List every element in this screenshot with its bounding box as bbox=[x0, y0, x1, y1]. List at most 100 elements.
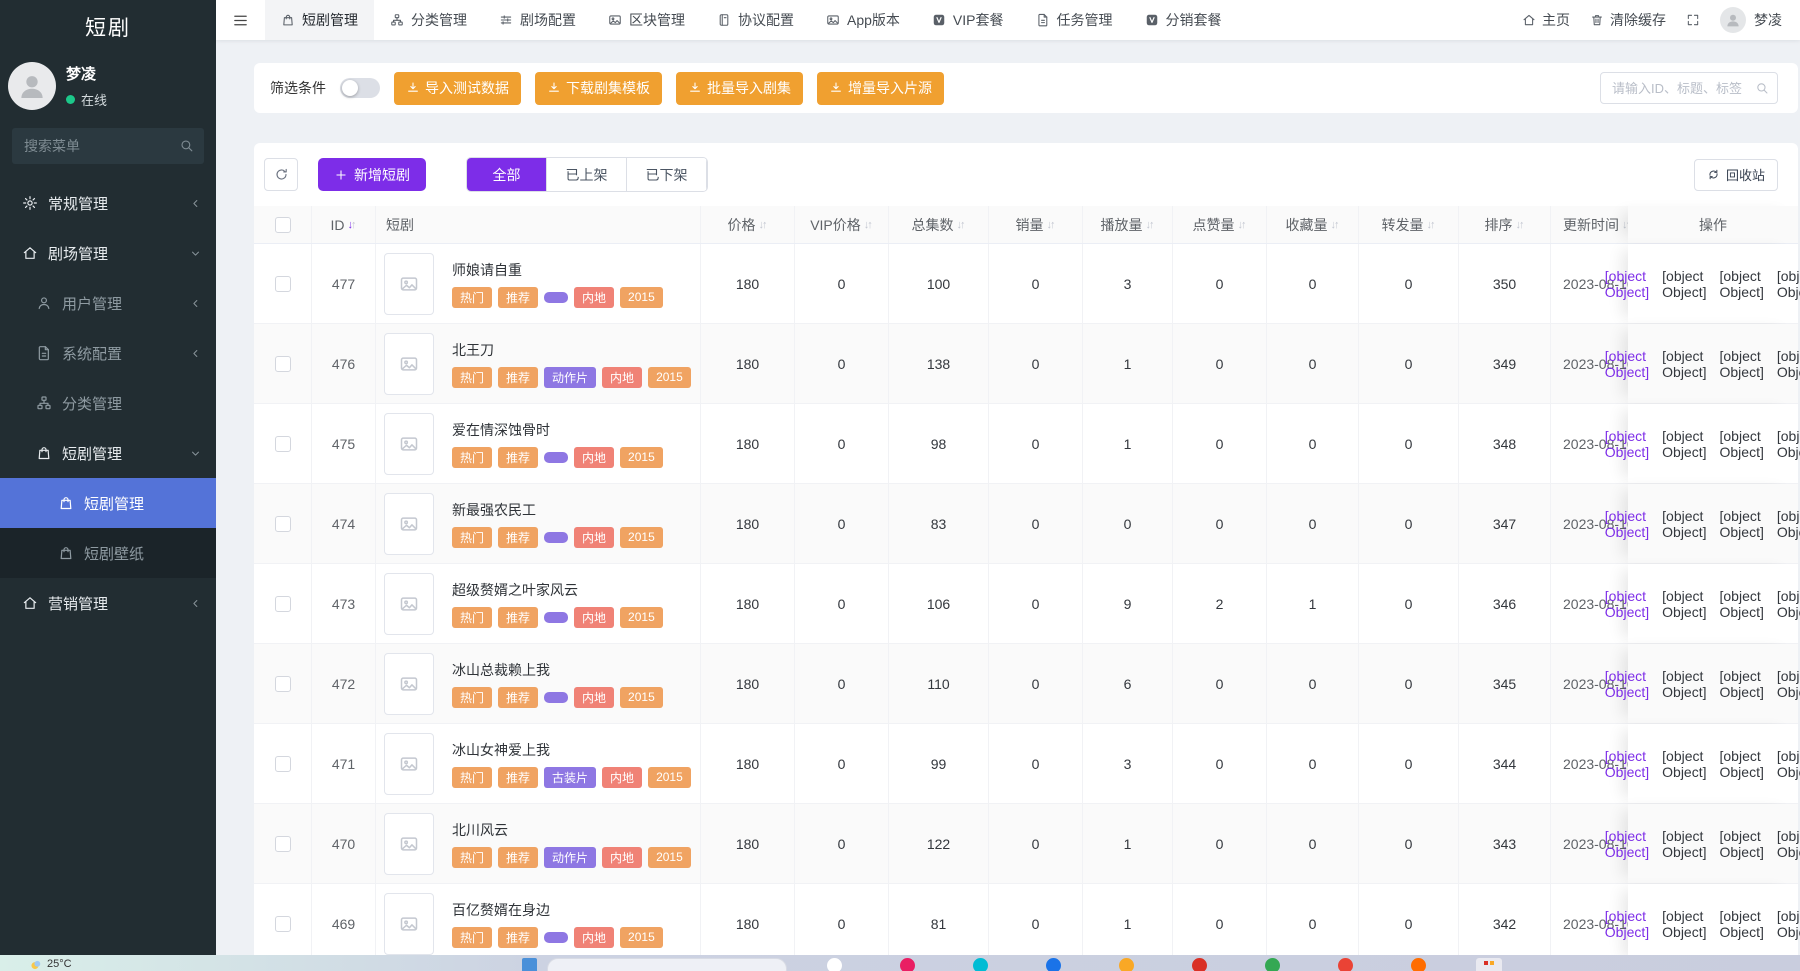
drama-thumbnail[interactable] bbox=[384, 813, 434, 875]
table-search-input[interactable] bbox=[1600, 72, 1778, 104]
row-action-link[interactable]: [object Object] bbox=[1662, 348, 1706, 380]
sort-icon[interactable]: ↓↑ bbox=[864, 219, 873, 231]
import-button[interactable]: 增量导入片源 bbox=[817, 72, 944, 105]
sidebar-item[interactable]: 分类管理 bbox=[0, 378, 216, 428]
drama-thumbnail[interactable] bbox=[384, 653, 434, 715]
row-action-link[interactable]: [object Object] bbox=[1720, 348, 1764, 380]
row-action-link[interactable]: [object Object] bbox=[1777, 348, 1800, 380]
home-link[interactable]: 主页 bbox=[1522, 10, 1570, 30]
sort-icon[interactable]: ↓↑ bbox=[1238, 219, 1247, 231]
column-header[interactable]: 收藏量 ↓↑ bbox=[1267, 206, 1359, 243]
sidebar-item[interactable]: 剧场管理 bbox=[0, 228, 216, 278]
drama-thumbnail[interactable] bbox=[384, 253, 434, 315]
row-action-link[interactable]: [object Object] bbox=[1662, 508, 1706, 540]
sidebar-item[interactable]: 常规管理 bbox=[0, 178, 216, 228]
column-header[interactable]: 播放量 ↓↑ bbox=[1083, 206, 1173, 243]
filter-toggle[interactable] bbox=[340, 78, 380, 98]
topbar-tab[interactable]: 分类管理 bbox=[374, 0, 483, 40]
row-action-link[interactable]: [object Object] bbox=[1777, 748, 1800, 780]
row-action-link[interactable]: [object Object] bbox=[1720, 828, 1764, 860]
row-action-link[interactable]: [object Object] bbox=[1720, 668, 1764, 700]
import-button[interactable]: 批量导入剧集 bbox=[676, 72, 803, 105]
taskbar-app-icon[interactable] bbox=[1192, 958, 1207, 971]
status-tab[interactable]: 已下架 bbox=[627, 158, 707, 191]
drama-thumbnail[interactable] bbox=[384, 573, 434, 635]
taskbar-app-icon[interactable] bbox=[1119, 958, 1134, 971]
row-action-link[interactable]: [object Object] bbox=[1720, 908, 1764, 940]
sidebar-item[interactable]: 用户管理 bbox=[0, 278, 216, 328]
sort-icon[interactable]: ↓↑ bbox=[759, 219, 768, 231]
sort-icon[interactable]: ↓↑ bbox=[348, 219, 357, 231]
topbar-tab[interactable]: 区块管理 bbox=[592, 0, 701, 40]
select-all-checkbox[interactable] bbox=[275, 217, 291, 233]
fullscreen-button[interactable] bbox=[1686, 13, 1700, 27]
sort-icon[interactable]: ↓↑ bbox=[1146, 219, 1155, 231]
taskbar-app-icon[interactable] bbox=[900, 958, 915, 971]
row-action-link[interactable]: [object Object] bbox=[1720, 508, 1764, 540]
topbar-tab[interactable]: App版本 bbox=[810, 0, 916, 40]
drama-thumbnail[interactable] bbox=[384, 413, 434, 475]
taskbar-start-icon[interactable] bbox=[522, 958, 537, 971]
row-checkbox[interactable] bbox=[275, 356, 291, 372]
row-action-link[interactable]: [object Object] bbox=[1777, 268, 1800, 300]
hamburger-menu-icon[interactable] bbox=[216, 0, 265, 40]
row-action-link[interactable]: [object Object] bbox=[1605, 668, 1649, 700]
row-action-link[interactable]: [object Object] bbox=[1662, 828, 1706, 860]
topbar-tab[interactable]: 协议配置 bbox=[701, 0, 810, 40]
row-checkbox[interactable] bbox=[275, 756, 291, 772]
row-action-link[interactable]: [object Object] bbox=[1605, 508, 1649, 540]
sort-icon[interactable]: ↓↑ bbox=[1427, 219, 1436, 231]
row-checkbox[interactable] bbox=[275, 596, 291, 612]
row-checkbox[interactable] bbox=[275, 676, 291, 692]
topbar-tab[interactable]: 短剧管理 bbox=[265, 0, 374, 40]
row-action-link[interactable]: [object Object] bbox=[1605, 268, 1649, 300]
row-checkbox[interactable] bbox=[275, 916, 291, 932]
user-menu[interactable]: 梦凌 bbox=[1720, 7, 1782, 33]
drama-thumbnail[interactable] bbox=[384, 893, 434, 955]
taskbar-active-app-icon[interactable] bbox=[1476, 958, 1502, 971]
column-header[interactable]: 总集数 ↓↑ bbox=[889, 206, 989, 243]
import-button[interactable]: 下载剧集模板 bbox=[535, 72, 662, 105]
topbar-tab[interactable]: 剧场配置 bbox=[483, 0, 592, 40]
row-action-link[interactable]: [object Object] bbox=[1662, 908, 1706, 940]
topbar-tab[interactable]: 任务管理 bbox=[1020, 0, 1129, 40]
taskbar-app-icon[interactable] bbox=[1265, 958, 1280, 971]
row-checkbox[interactable] bbox=[275, 436, 291, 452]
sidebar-item[interactable]: 短剧管理 bbox=[0, 428, 216, 478]
sort-icon[interactable]: ↓↑ bbox=[1516, 219, 1525, 231]
sort-icon[interactable]: ↓↑ bbox=[957, 219, 966, 231]
row-action-link[interactable]: [object Object] bbox=[1605, 428, 1649, 460]
drama-thumbnail[interactable] bbox=[384, 733, 434, 795]
taskbar-app-icon[interactable] bbox=[1338, 958, 1353, 971]
column-header[interactable]: 价格 ↓↑ bbox=[701, 206, 795, 243]
sort-icon[interactable]: ↓↑ bbox=[1047, 219, 1056, 231]
row-action-link[interactable]: [object Object] bbox=[1777, 828, 1800, 860]
row-action-link[interactable]: [object Object] bbox=[1720, 428, 1764, 460]
sort-icon[interactable]: ↓↑ bbox=[1331, 219, 1340, 231]
row-action-link[interactable]: [object Object] bbox=[1605, 828, 1649, 860]
row-action-link[interactable]: [object Object] bbox=[1720, 268, 1764, 300]
topbar-tab[interactable]: 分销套餐 bbox=[1129, 0, 1238, 40]
row-action-link[interactable]: [object Object] bbox=[1777, 668, 1800, 700]
row-action-link[interactable]: [object Object] bbox=[1777, 908, 1800, 940]
row-action-link[interactable]: [object Object] bbox=[1720, 748, 1764, 780]
recycle-bin-button[interactable]: 回收站 bbox=[1694, 159, 1778, 191]
taskbar-app-icon[interactable] bbox=[1046, 958, 1061, 971]
column-header[interactable]: 转发量 ↓↑ bbox=[1359, 206, 1459, 243]
taskbar-weather-widget[interactable]: 25°C bbox=[28, 958, 72, 971]
sidebar-item[interactable]: 系统配置 bbox=[0, 328, 216, 378]
clear-cache-button[interactable]: 清除缓存 bbox=[1590, 10, 1666, 30]
sidebar-search-input[interactable] bbox=[12, 128, 204, 164]
topbar-tab[interactable]: VIP套餐 bbox=[916, 0, 1020, 40]
drama-thumbnail[interactable] bbox=[384, 333, 434, 395]
row-action-link[interactable]: [object Object] bbox=[1662, 668, 1706, 700]
row-action-link[interactable]: [object Object] bbox=[1662, 428, 1706, 460]
taskbar-app-icon[interactable] bbox=[973, 958, 988, 971]
row-action-link[interactable]: [object Object] bbox=[1777, 428, 1800, 460]
row-action-link[interactable]: [object Object] bbox=[1605, 348, 1649, 380]
row-checkbox[interactable] bbox=[275, 516, 291, 532]
column-header[interactable]: VIP价格 ↓↑ bbox=[795, 206, 889, 243]
row-action-link[interactable]: [object Object] bbox=[1662, 588, 1706, 620]
taskbar-app-icon[interactable] bbox=[1411, 958, 1426, 971]
column-header[interactable]: 销量 ↓↑ bbox=[989, 206, 1083, 243]
